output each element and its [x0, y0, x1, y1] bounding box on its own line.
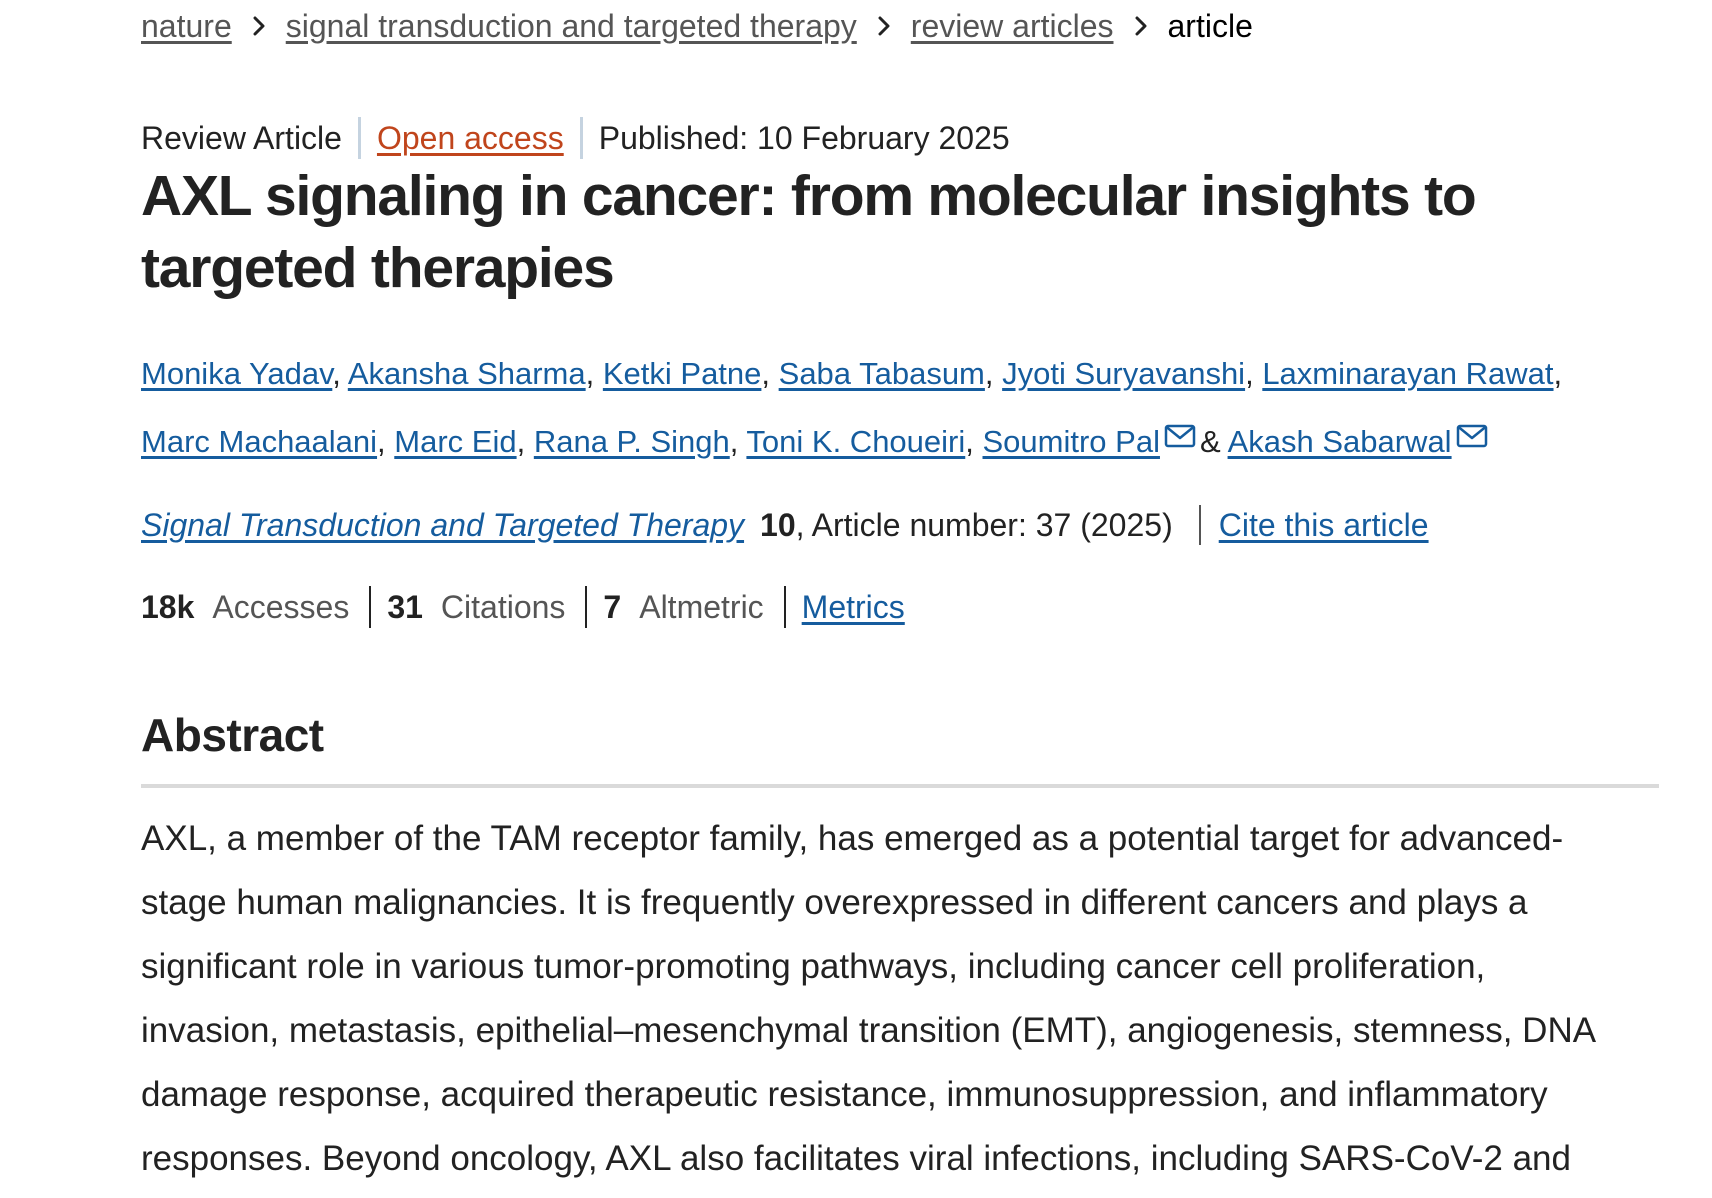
accesses-count: 18k: [141, 588, 195, 625]
journal-volume: 10: [760, 506, 796, 543]
metrics-divider: [783, 586, 786, 628]
chevron-right-icon: [857, 15, 911, 37]
metrics-divider: [369, 586, 372, 628]
author-link[interactable]: Rana P. Singh: [534, 424, 730, 459]
breadcrumb-current: article: [1167, 7, 1253, 44]
envelope-icon[interactable]: [1164, 406, 1196, 470]
author-link[interactable]: Marc Eid: [394, 424, 516, 459]
author-row: Marc Machaalani, Marc Eid, Rana P. Singh…: [141, 406, 1661, 474]
abstract-line: invasion, metastasis, epithelial–mesench…: [141, 1011, 1597, 1050]
author-link[interactable]: Jyoti Suryavanshi: [1002, 356, 1245, 391]
envelope-icon[interactable]: [1456, 406, 1488, 470]
breadcrumb-link-journal[interactable]: signal transduction and targeted therapy: [286, 8, 857, 45]
article-page: nature signal transduction and targeted …: [0, 0, 1712, 1198]
abstract-divider: [141, 784, 1659, 788]
altmetric-label: Altmetric: [639, 588, 764, 625]
article-number: , Article number: 37 (2025): [795, 506, 1173, 543]
article-metrics: 18k Accesses 31 Citations 7 Altmetric Me…: [141, 582, 905, 632]
citations-count: 31: [387, 588, 423, 625]
abstract-body: AXL, a member of the TAM receptor family…: [141, 807, 1661, 1191]
altmetric-score: 7: [603, 588, 622, 625]
author-link[interactable]: Monika Yadav: [141, 356, 332, 391]
author-row: Monika Yadav, Akansha Sharma, Ketki Patn…: [141, 356, 1563, 391]
abstract-heading: Abstract: [141, 709, 324, 761]
chevron-right-icon: [232, 15, 286, 37]
abstract-line: stage human malignancies. It is frequent…: [141, 883, 1528, 922]
article-type: Review Article: [141, 119, 342, 156]
meta-divider: [357, 117, 361, 159]
author-link[interactable]: Laxminarayan Rawat: [1262, 356, 1553, 391]
breadcrumb: nature signal transduction and targeted …: [141, 4, 1253, 48]
breadcrumb-link-review-articles[interactable]: review articles: [911, 8, 1114, 45]
breadcrumb-link-nature[interactable]: nature: [141, 8, 232, 45]
journal-link[interactable]: Signal Transduction and Targeted Therapy: [141, 507, 744, 544]
corresponding-author-link[interactable]: Soumitro Pal: [983, 424, 1160, 459]
metrics-link[interactable]: Metrics: [802, 589, 905, 626]
abstract-line: significant role in various tumor-promot…: [141, 947, 1486, 986]
article-title: AXL signaling in cancer: from molecular …: [141, 164, 1477, 300]
author-list: Monika Yadav, Akansha Sharma, Ketki Patn…: [141, 342, 1661, 474]
author-ampersand: &: [1199, 424, 1221, 459]
citations-label: Citations: [440, 588, 566, 625]
author-link[interactable]: Marc Machaalani: [141, 424, 377, 459]
accesses-label: Accesses: [212, 588, 350, 625]
open-access-link[interactable]: Open access: [377, 120, 564, 157]
article-meta: Review Article Open access Published: 10…: [141, 115, 1010, 161]
cite-article-link[interactable]: Cite this article: [1219, 507, 1429, 544]
meta-divider: [579, 117, 583, 159]
author-link[interactable]: Akansha Sharma: [348, 356, 586, 391]
abstract-line: AXL, a member of the TAM receptor family…: [141, 819, 1564, 858]
author-link[interactable]: Toni K. Choueiri: [746, 424, 965, 459]
citation-divider: [1198, 505, 1201, 545]
author-link[interactable]: Ketki Patne: [603, 356, 762, 391]
metrics-divider: [585, 586, 588, 628]
published-date: Published: 10 February 2025: [598, 119, 1010, 156]
abstract-line: responses. Beyond oncology, AXL also fac…: [141, 1139, 1571, 1178]
author-link[interactable]: Saba Tabasum: [779, 356, 985, 391]
chevron-right-icon: [1114, 15, 1168, 37]
corresponding-author-link[interactable]: Akash Sabarwal: [1228, 424, 1452, 459]
abstract-line: damage response, acquired therapeutic re…: [141, 1075, 1548, 1114]
citation-line: Signal Transduction and Targeted Therapy…: [141, 502, 1429, 548]
